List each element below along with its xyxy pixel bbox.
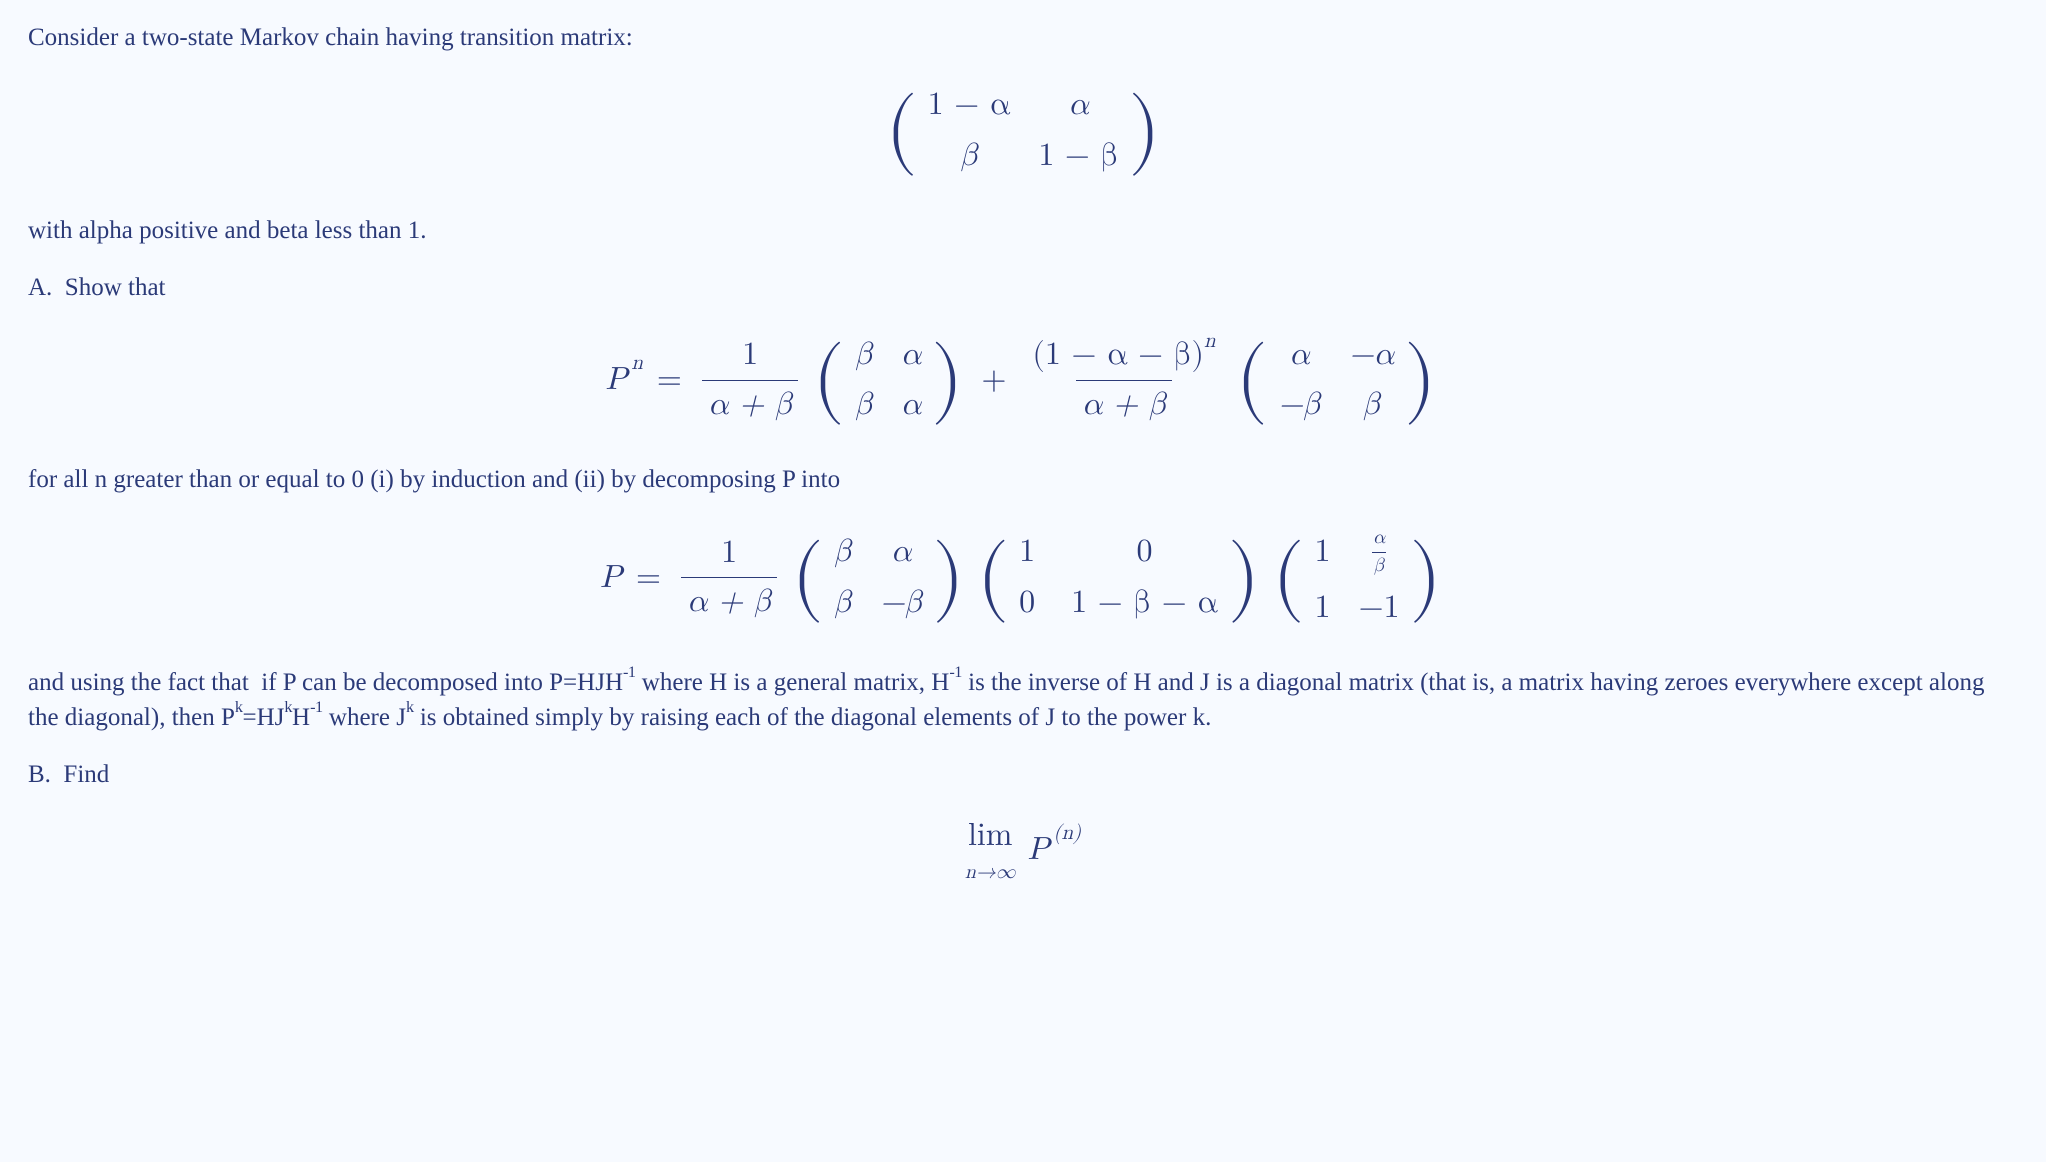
superscript-k: k — [284, 698, 292, 716]
matrix-cell: β — [855, 383, 873, 428]
eq-limit: lim n→∞ P(n) — [28, 814, 2018, 887]
matrix-cell: α — [891, 530, 912, 575]
matrix-cell: β — [834, 530, 852, 575]
matrix-cell: β — [1362, 383, 1380, 428]
superscript-n: n — [631, 349, 643, 378]
eq-decomposition: P = 1 α + β ( β α β −β ) ( 1 0 0 1 − β −… — [28, 519, 2018, 637]
matrix-cell: 1 − β — [1038, 134, 1118, 179]
superscript-n: (n) — [1053, 819, 1081, 848]
numerator-base: (1 − α − β) — [1032, 339, 1204, 371]
numerator: 1 — [715, 531, 743, 578]
superscript-minus1: -1 — [310, 698, 323, 716]
paren-right-icon: ) — [931, 327, 963, 435]
paren-left-icon: ( — [791, 524, 823, 632]
lim-sub: n→∞ — [965, 859, 1016, 887]
condition-text: with alpha positive and beta less than 1… — [28, 213, 2018, 248]
denominator: α + β — [1076, 380, 1173, 428]
paren-right-icon: ) — [932, 524, 964, 632]
superscript-minus1: -1 — [623, 663, 636, 681]
superscript-k: k — [235, 698, 243, 716]
matrix-cell: 1 − β − α — [1071, 581, 1218, 626]
lim-text: lim — [968, 814, 1012, 859]
equals-sign: = — [657, 358, 682, 403]
matrix-cell: 0 — [1019, 581, 1035, 626]
paren-left-icon: ( — [1236, 327, 1268, 435]
matrix-cell-frac: α β — [1371, 525, 1387, 580]
paren-left-icon: ( — [812, 327, 844, 435]
paren-right-icon: ) — [1409, 519, 1441, 637]
matrix-cell: 1 − α — [928, 83, 1011, 128]
matrix-cell: α — [1289, 333, 1310, 378]
paren-right-icon: ) — [1404, 327, 1436, 435]
denominator: α + β — [681, 577, 778, 625]
numerator: 1 — [736, 333, 764, 380]
body-text-3: and using the fact that if P can be deco… — [28, 665, 2018, 735]
body-text-2: for all n greater than or equal to 0 (i)… — [28, 462, 2018, 497]
matrix-cell: 1 — [1315, 586, 1331, 631]
matrix-cell: β — [834, 581, 852, 626]
paren-right-icon: ) — [1128, 77, 1160, 185]
matrix-cell: −β — [880, 581, 923, 626]
plus-sign: + — [981, 358, 1006, 403]
matrix-cell: β — [855, 333, 873, 378]
superscript-n: n — [1204, 331, 1216, 352]
equals-sign: = — [636, 556, 661, 601]
paren-left-icon: ( — [977, 524, 1009, 632]
matrix-cell: α — [901, 333, 922, 378]
matrix-cell: α — [1068, 83, 1089, 128]
paren-left-icon: ( — [1272, 519, 1304, 637]
part-b-label: B. Find — [28, 757, 2018, 792]
matrix-cell: −α — [1349, 333, 1394, 378]
paren-left-icon: ( — [885, 77, 917, 185]
symbol-P: P — [600, 556, 622, 601]
matrix-cell: 1 — [1315, 530, 1331, 575]
intro-text: Consider a two-state Markov chain having… — [28, 20, 2018, 55]
symbol-P: P — [606, 358, 628, 403]
part-a-label: A. Show that — [28, 270, 2018, 305]
superscript-k: k — [406, 698, 414, 716]
matrix-cell: −β — [1278, 383, 1321, 428]
symbol-P: P — [1028, 828, 1050, 873]
matrix-cell: 0 — [1136, 530, 1152, 575]
eq-pn-formula: Pn = 1 α + β ( β α β α ) + (1 − α − β)n … — [28, 327, 2018, 435]
matrix-cell: −1 — [1359, 586, 1400, 631]
eq-transition-matrix: ( 1 − α α β 1 − β ) — [28, 77, 2018, 185]
paren-right-icon: ) — [1228, 524, 1260, 632]
superscript-minus1: -1 — [949, 663, 962, 681]
matrix-cell: β — [960, 134, 978, 179]
matrix-cell: 1 — [1019, 530, 1035, 575]
matrix-cell: α — [901, 383, 922, 428]
denominator: α + β — [702, 380, 799, 428]
